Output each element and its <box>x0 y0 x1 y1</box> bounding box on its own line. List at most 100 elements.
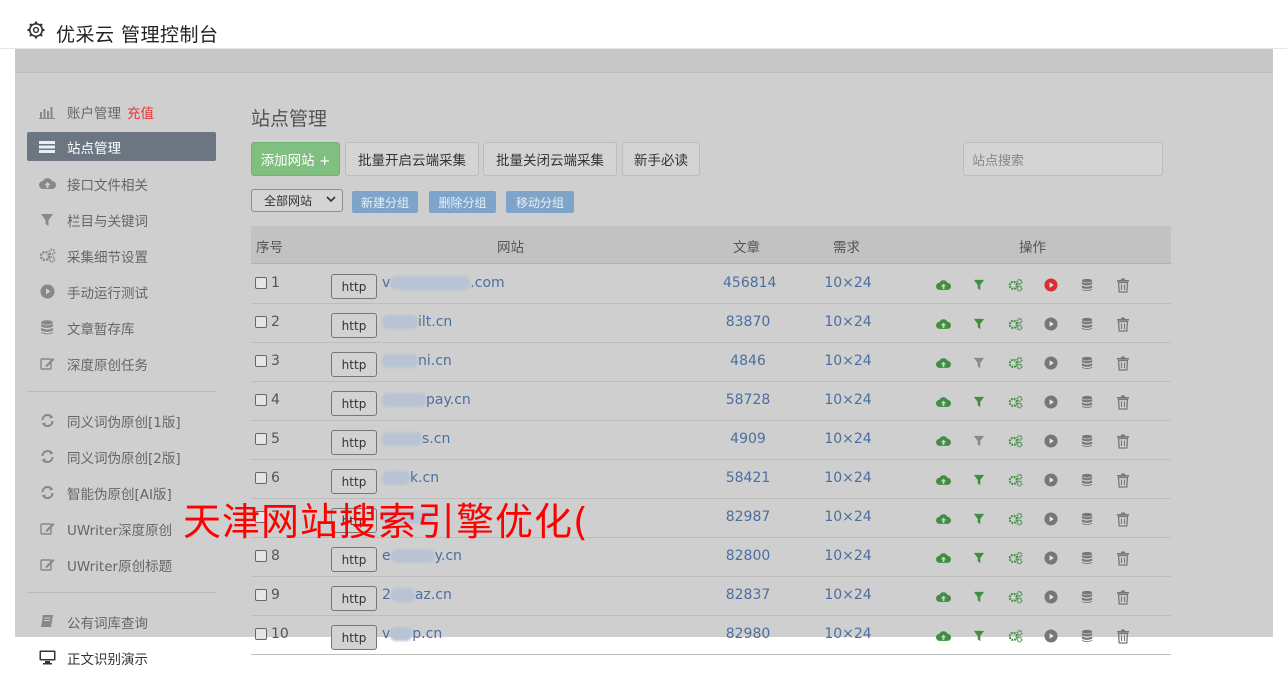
database-icon[interactable] <box>1079 472 1095 488</box>
article-count-link[interactable]: 82987 <box>723 509 773 525</box>
filter-icon[interactable] <box>971 511 987 527</box>
site-link[interactable]: ilt.cn <box>382 314 452 330</box>
protocol-button[interactable]: http <box>331 625 377 650</box>
add-site-button[interactable]: 添加网站 + <box>251 142 340 176</box>
sidebar-item-deep-original[interactable]: 深度原创任务 <box>27 349 216 378</box>
cloud-upload-icon[interactable] <box>935 355 951 371</box>
move-group-button[interactable]: 移动分组 <box>506 191 574 213</box>
article-count-link[interactable]: 82800 <box>723 548 773 564</box>
gears-icon[interactable] <box>1007 472 1023 488</box>
row-checkbox[interactable] <box>255 355 267 367</box>
demand-link[interactable]: 10×24 <box>821 431 875 447</box>
filter-icon[interactable] <box>971 472 987 488</box>
play-circle-icon[interactable] <box>1043 277 1059 293</box>
sidebar-item-interface[interactable]: 接口文件相关 <box>27 169 216 198</box>
protocol-button[interactable]: http <box>331 274 377 299</box>
site-link[interactable]: pay.cn <box>382 392 471 408</box>
play-circle-icon[interactable] <box>1043 589 1059 605</box>
row-checkbox[interactable] <box>255 589 267 601</box>
site-link[interactable]: e y.cn <box>382 548 462 564</box>
trash-icon[interactable] <box>1115 628 1131 644</box>
cloud-upload-icon[interactable] <box>935 394 951 410</box>
play-circle-icon[interactable] <box>1043 472 1059 488</box>
filter-icon[interactable] <box>971 550 987 566</box>
new-group-button[interactable]: 新建分组 <box>352 191 418 213</box>
protocol-button[interactable]: http <box>331 430 377 455</box>
filter-icon[interactable] <box>971 355 987 371</box>
sidebar-item-public-lexicon[interactable]: 公有词库查询 <box>27 607 216 636</box>
sidebar-item-text-recognition[interactable]: 正文识别演示 <box>27 643 216 672</box>
guide-button[interactable]: 新手必读 <box>622 142 700 176</box>
article-count-link[interactable]: 58728 <box>723 392 773 408</box>
site-link[interactable]: v .com <box>382 275 505 291</box>
sidebar-item-uwriter-title[interactable]: UWriter原创标题 <box>27 550 216 579</box>
play-circle-icon[interactable] <box>1043 355 1059 371</box>
filter-icon[interactable] <box>971 628 987 644</box>
database-icon[interactable] <box>1079 511 1095 527</box>
demand-link[interactable]: 10×24 <box>821 275 875 291</box>
cloud-upload-icon[interactable] <box>935 511 951 527</box>
protocol-button[interactable]: http <box>331 352 377 377</box>
site-link[interactable]: 2 az.cn <box>382 587 452 603</box>
sidebar-item-synonym-v2[interactable]: 同义词伪原创[2版] <box>27 442 216 471</box>
sidebar-item-synonym-v1[interactable]: 同义词伪原创[1版] <box>27 406 216 435</box>
article-count-link[interactable]: 82837 <box>723 587 773 603</box>
trash-icon[interactable] <box>1115 433 1131 449</box>
filter-icon[interactable] <box>971 316 987 332</box>
demand-link[interactable]: 10×24 <box>821 626 875 642</box>
batch-close-cloud-button[interactable]: 批量关闭云端采集 <box>483 142 617 176</box>
cloud-upload-icon[interactable] <box>935 277 951 293</box>
gears-icon[interactable] <box>1007 550 1023 566</box>
protocol-button[interactable]: http <box>331 547 377 572</box>
row-checkbox[interactable] <box>255 550 267 562</box>
cloud-upload-icon[interactable] <box>935 316 951 332</box>
protocol-button[interactable]: http <box>331 391 377 416</box>
filter-icon[interactable] <box>971 277 987 293</box>
play-circle-icon[interactable] <box>1043 550 1059 566</box>
site-link[interactable]: s.cn <box>382 431 450 447</box>
demand-link[interactable]: 10×24 <box>821 353 875 369</box>
gears-icon[interactable] <box>1007 628 1023 644</box>
trash-icon[interactable] <box>1115 589 1131 605</box>
gears-icon[interactable] <box>1007 277 1023 293</box>
sidebar-item-article-store[interactable]: 文章暂存库 <box>27 313 216 342</box>
database-icon[interactable] <box>1079 394 1095 410</box>
article-count-link[interactable]: 4909 <box>723 431 773 447</box>
gears-icon[interactable] <box>1007 316 1023 332</box>
article-count-link[interactable]: 83870 <box>723 314 773 330</box>
cloud-upload-icon[interactable] <box>935 433 951 449</box>
delete-group-button[interactable]: 删除分组 <box>429 191 496 213</box>
recharge-link[interactable]: 充值 <box>127 102 154 122</box>
article-count-link[interactable]: 58421 <box>723 470 773 486</box>
sidebar-item-account[interactable]: 账户管理 充值 <box>27 97 216 126</box>
cloud-upload-icon[interactable] <box>935 589 951 605</box>
site-link[interactable]: ni.cn <box>382 353 452 369</box>
cloud-upload-icon[interactable] <box>935 628 951 644</box>
demand-link[interactable]: 10×24 <box>821 314 875 330</box>
database-icon[interactable] <box>1079 589 1095 605</box>
database-icon[interactable] <box>1079 550 1095 566</box>
filter-icon[interactable] <box>971 433 987 449</box>
row-checkbox[interactable] <box>255 628 267 640</box>
trash-icon[interactable] <box>1115 277 1131 293</box>
database-icon[interactable] <box>1079 355 1095 371</box>
trash-icon[interactable] <box>1115 550 1131 566</box>
gears-icon[interactable] <box>1007 511 1023 527</box>
database-icon[interactable] <box>1079 277 1095 293</box>
cloud-upload-icon[interactable] <box>935 472 951 488</box>
gears-icon[interactable] <box>1007 589 1023 605</box>
database-icon[interactable] <box>1079 628 1095 644</box>
gears-icon[interactable] <box>1007 355 1023 371</box>
row-checkbox[interactable] <box>255 394 267 406</box>
play-circle-icon[interactable] <box>1043 511 1059 527</box>
row-checkbox[interactable] <box>255 277 267 289</box>
row-checkbox[interactable] <box>255 316 267 328</box>
trash-icon[interactable] <box>1115 511 1131 527</box>
batch-open-cloud-button[interactable]: 批量开启云端采集 <box>345 142 479 176</box>
play-circle-icon[interactable] <box>1043 628 1059 644</box>
sidebar-item-sites[interactable]: 站点管理 <box>27 132 216 161</box>
trash-icon[interactable] <box>1115 472 1131 488</box>
trash-icon[interactable] <box>1115 316 1131 332</box>
protocol-button[interactable]: http <box>331 313 377 338</box>
sidebar-item-collect-settings[interactable]: 采集细节设置 <box>27 241 216 270</box>
